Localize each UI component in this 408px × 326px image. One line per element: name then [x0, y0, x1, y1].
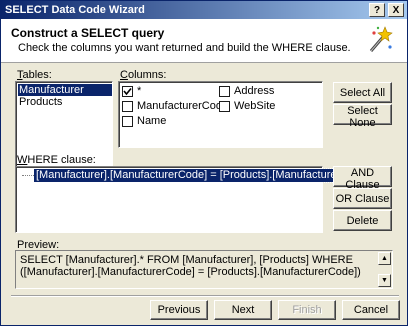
wizard-header: Construct a SELECT query Check the colum… [1, 19, 407, 63]
tree-connector [22, 175, 34, 176]
checkbox[interactable] [219, 86, 230, 97]
column-item-label: ManufacturerCode [137, 100, 229, 112]
select-none-button[interactable]: Select None [333, 104, 392, 129]
window-title: SELECT Data Code Wizard [5, 4, 145, 16]
previous-button[interactable]: Previous [150, 300, 208, 320]
preview-box: SELECT [Manufacturer].* FROM [Manufactur… [15, 250, 393, 289]
next-button[interactable]: Next [214, 300, 272, 320]
tables-item-manufacturer[interactable]: Manufacturer [18, 84, 112, 96]
and-clause-button[interactable]: AND Clause [333, 166, 392, 191]
help-button[interactable]: ? [369, 3, 385, 17]
columns-checklist: * ManufacturerCode Name Address WebSite [118, 81, 323, 148]
tables-item-products[interactable]: Products [18, 96, 112, 108]
checkbox[interactable] [122, 101, 133, 112]
or-clause-button[interactable]: OR Clause [333, 188, 392, 209]
columns-label: Columns: [120, 69, 167, 81]
checkbox[interactable] [219, 101, 230, 112]
wizard-window: SELECT Data Code Wizard ? X Construct a … [0, 0, 408, 326]
select-all-button[interactable]: Select All [333, 82, 392, 103]
page-subtitle: Check the columns you want returned and … [18, 42, 351, 54]
column-item-label: * [137, 85, 142, 97]
delete-button[interactable]: Delete [333, 210, 392, 231]
cancel-button[interactable]: Cancel [342, 300, 400, 320]
wizard-wand-icon [369, 26, 393, 52]
where-clause-tree[interactable]: [Manufacturer].[ManufacturerCode] = [Pro… [15, 166, 373, 233]
where-condition-row[interactable]: [Manufacturer].[ManufacturerCode] = [Pro… [33, 168, 373, 183]
title-bar: SELECT Data Code Wizard ? X [1, 1, 407, 19]
checkbox[interactable] [122, 86, 133, 97]
column-item-label: Address [234, 85, 275, 97]
close-button[interactable]: X [388, 3, 404, 17]
page-title: Construct a SELECT query [11, 26, 165, 40]
finish-button[interactable]: Finish [278, 300, 336, 320]
checkmark-icon [123, 87, 132, 96]
scroll-up-arrow-icon[interactable]: ▲ [378, 252, 391, 265]
tables-label: Tables: [17, 69, 52, 81]
footer-divider [11, 295, 399, 297]
where-clause-label: WHERE clause: [17, 154, 96, 166]
column-item-label: WebSite [234, 100, 276, 112]
preview-sql-text: SELECT [Manufacturer].* FROM [Manufactur… [20, 254, 361, 278]
checkbox[interactable] [122, 116, 133, 127]
column-item-label: Name [137, 115, 167, 127]
scroll-down-arrow-icon[interactable]: ▼ [378, 274, 391, 287]
